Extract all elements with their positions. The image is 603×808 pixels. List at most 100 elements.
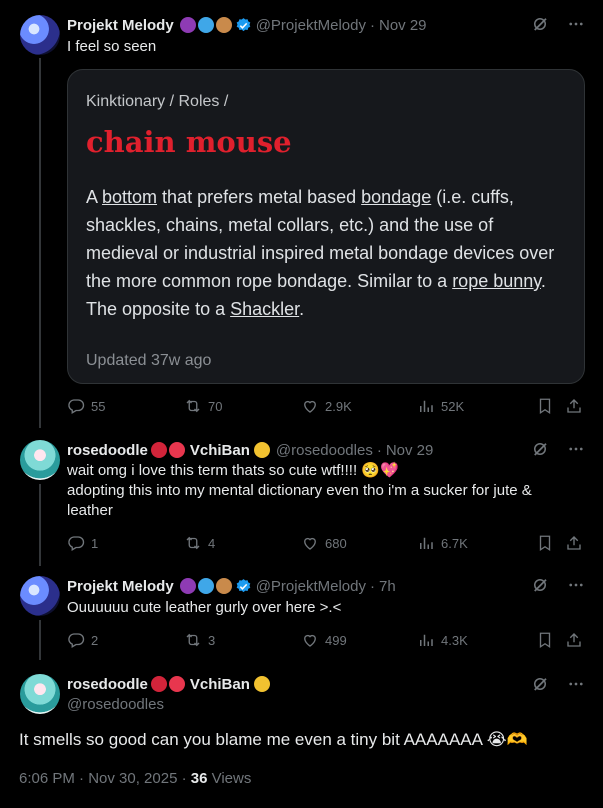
handle[interactable]: @ProjektMelody — [256, 578, 366, 595]
separator-dot: · — [369, 16, 375, 34]
reply-count: 2 — [91, 632, 99, 648]
post-date[interactable]: 6:06 PM · Nov 30, 2025 · — [19, 770, 191, 787]
view-count: 52K — [441, 398, 465, 414]
thread-line — [39, 484, 41, 566]
bagel-emoji-icon — [215, 578, 232, 594]
tweet-header: Projekt Melody @ProjektMelody · 7h — [67, 576, 396, 596]
thread-line — [39, 58, 41, 428]
display-name[interactable]: Projekt Melody — [67, 17, 174, 34]
grok-icon[interactable] — [531, 576, 549, 594]
repost-count: 70 — [208, 398, 223, 414]
def-link-bondage[interactable]: bondage — [361, 187, 431, 207]
tweet-text: I feel so seen — [67, 38, 157, 55]
crayon-emoji-icon — [168, 676, 185, 692]
reply-button[interactable]: 2 — [67, 631, 98, 649]
grok-icon[interactable] — [531, 15, 549, 33]
tweet-top-icons — [531, 675, 585, 693]
more-icon[interactable] — [567, 576, 585, 594]
timestamp[interactable]: Nov 29 — [379, 17, 427, 34]
share-icon — [565, 397, 583, 415]
thread-line — [39, 620, 41, 660]
like-icon — [301, 534, 319, 552]
timestamp[interactable]: Nov 29 — [386, 442, 434, 459]
display-name-suffix[interactable]: VchiBan — [190, 676, 250, 693]
def-link-bottom[interactable]: bottom — [102, 187, 157, 207]
quoted-card[interactable]: Kinktionary / Roles / chain mouse A bott… — [67, 69, 585, 384]
def-text: . — [299, 299, 305, 319]
action-bar: 55 70 2.9K 52K — [67, 397, 585, 417]
grok-icon[interactable] — [531, 440, 549, 458]
like-button[interactable]: 499 — [301, 631, 347, 649]
tweet-meta: 6:06 PM · Nov 30, 2025 · 36 Views — [19, 770, 251, 787]
def-link-shackler[interactable]: Shackler — [230, 299, 299, 319]
handle-row: @rosedoodles — [67, 694, 164, 714]
bookmark-button[interactable] — [536, 631, 554, 649]
repost-count: 4 — [208, 535, 216, 551]
bookmark-button[interactable] — [536, 397, 554, 415]
views-button[interactable]: 52K — [417, 397, 464, 415]
share-icon — [565, 631, 583, 649]
display-name[interactable]: rosedoodle — [67, 676, 148, 693]
view-count: 6.7K — [441, 535, 468, 551]
grok-icon[interactable] — [531, 675, 549, 693]
def-text: that prefers metal based — [157, 187, 362, 207]
eggplant-emoji-icon — [179, 578, 196, 594]
display-name[interactable]: Projekt Melody — [67, 578, 174, 595]
bookmark-icon — [536, 534, 554, 552]
rose-emoji-icon — [150, 676, 167, 692]
tweet-1[interactable]: Projekt Melody @ProjektMelody · Nov 29 I… — [0, 0, 603, 430]
tweet-header: rosedoodle VchiBan @rosedoodles · Nov 29 — [67, 440, 433, 460]
display-name[interactable]: rosedoodle — [67, 442, 148, 459]
term-title: chain mouse — [86, 125, 292, 159]
views-label: Views — [207, 770, 252, 787]
avatar[interactable] — [20, 15, 60, 55]
reply-icon — [67, 534, 85, 552]
reply-count: 55 — [91, 398, 106, 414]
repost-button[interactable]: 4 — [184, 534, 215, 552]
bookmark-button[interactable] — [536, 534, 554, 552]
reply-count: 1 — [91, 535, 99, 551]
verified-badge-icon — [235, 578, 252, 595]
share-button[interactable] — [565, 534, 583, 552]
tweet-header: rosedoodle VchiBan — [67, 674, 270, 694]
avatar[interactable] — [20, 674, 60, 714]
def-link-rope-bunny[interactable]: rope bunny — [452, 271, 541, 291]
reply-button[interactable]: 55 — [67, 397, 105, 415]
handle[interactable]: @ProjektMelody — [256, 17, 366, 34]
repost-button[interactable]: 3 — [184, 631, 215, 649]
repost-button[interactable]: 70 — [184, 397, 222, 415]
display-name-suffix[interactable]: VchiBan — [190, 442, 250, 459]
tweet-3[interactable]: Projekt Melody @ProjektMelody · 7h Ouuuu… — [0, 566, 603, 660]
handle[interactable]: @rosedoodles — [67, 696, 164, 713]
reply-icon — [67, 631, 85, 649]
timestamp[interactable]: 7h — [379, 578, 396, 595]
more-icon[interactable] — [567, 675, 585, 693]
tweet-2[interactable]: rosedoodle VchiBan @rosedoodles · Nov 29… — [0, 430, 603, 566]
reply-button[interactable]: 1 — [67, 534, 98, 552]
avatar[interactable] — [20, 576, 60, 616]
like-button[interactable]: 2.9K — [301, 397, 352, 415]
tweet-text-line-2: adopting this into my mental dictionary … — [67, 482, 532, 519]
views-button[interactable]: 4.3K — [417, 631, 468, 649]
more-icon[interactable] — [567, 15, 585, 33]
handle[interactable]: @rosedoodles — [276, 442, 373, 459]
main-tweet-text: It smells so good can you blame me even … — [19, 730, 528, 749]
like-count: 499 — [325, 632, 347, 648]
droplets-emoji-icon — [197, 17, 214, 33]
more-icon[interactable] — [567, 440, 585, 458]
reply-icon — [67, 397, 85, 415]
tweet-top-icons — [531, 440, 585, 458]
def-text: A — [86, 187, 103, 207]
views-icon — [417, 631, 435, 649]
like-icon — [301, 397, 319, 415]
like-button[interactable]: 680 — [301, 534, 347, 552]
avatar[interactable] — [20, 440, 60, 480]
share-button[interactable] — [565, 397, 583, 415]
share-button[interactable] — [565, 631, 583, 649]
tweet-top-icons — [531, 576, 585, 594]
droplets-emoji-icon — [197, 578, 214, 594]
views-icon — [417, 534, 435, 552]
sparkles-emoji-icon — [253, 676, 270, 692]
views-button[interactable]: 6.7K — [417, 534, 468, 552]
view-count: 4.3K — [441, 632, 468, 648]
